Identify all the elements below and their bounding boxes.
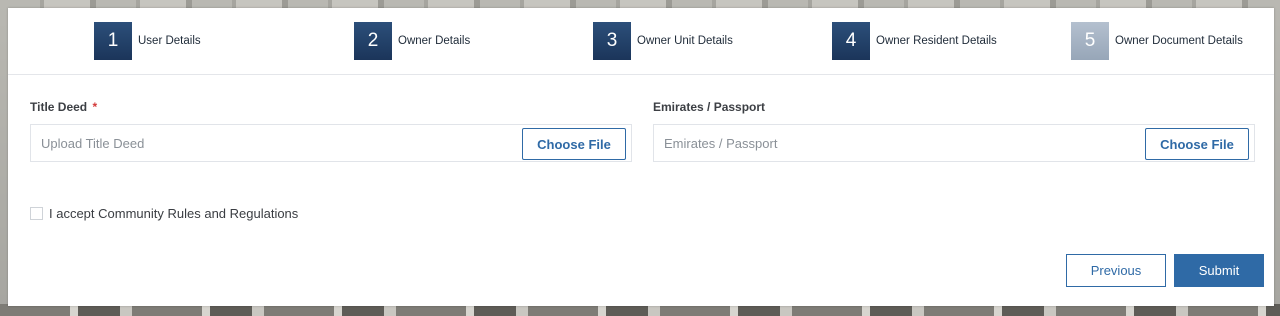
form-card: 1 User Details 2 Owner Details 3 Owner U… xyxy=(8,8,1274,306)
emirates-passport-placeholder: Emirates / Passport xyxy=(664,136,778,151)
step-number: 4 xyxy=(832,22,870,60)
step-owner-details[interactable]: 2 Owner Details xyxy=(354,22,470,60)
step-label: Owner Unit Details xyxy=(637,35,733,47)
step-owner-unit-details[interactable]: 3 Owner Unit Details xyxy=(593,22,733,60)
title-deed-label-text: Title Deed xyxy=(30,100,88,114)
stepper: 1 User Details 2 Owner Details 3 Owner U… xyxy=(8,8,1274,75)
previous-button[interactable]: Previous xyxy=(1066,254,1166,287)
emirates-passport-upload-field[interactable]: Emirates / Passport Choose File xyxy=(653,124,1255,162)
title-deed-label: Title Deed * xyxy=(30,100,97,114)
step-label: User Details xyxy=(138,35,201,47)
step-user-details[interactable]: 1 User Details xyxy=(94,22,201,60)
step-owner-resident-details[interactable]: 4 Owner Resident Details xyxy=(832,22,997,60)
required-indicator: * xyxy=(92,100,98,114)
agreement-checkbox[interactable] xyxy=(30,207,43,220)
emirates-passport-label: Emirates / Passport xyxy=(653,100,766,114)
step-number: 2 xyxy=(354,22,392,60)
title-deed-placeholder: Upload Title Deed xyxy=(41,136,145,151)
step-number: 5 xyxy=(1071,22,1109,60)
agreement-label[interactable]: I accept Community Rules and Regulations xyxy=(49,206,298,221)
title-deed-choose-file-button[interactable]: Choose File xyxy=(522,128,626,160)
emirates-passport-choose-file-button[interactable]: Choose File xyxy=(1145,128,1249,160)
step-label: Owner Details xyxy=(398,35,471,47)
submit-button[interactable]: Submit xyxy=(1174,254,1264,287)
title-deed-upload-field[interactable]: Upload Title Deed Choose File xyxy=(30,124,632,162)
agreement-row: I accept Community Rules and Regulations xyxy=(30,206,298,221)
step-number: 1 xyxy=(94,22,132,60)
step-owner-document-details[interactable]: 5 Owner Document Details xyxy=(1071,22,1243,60)
step-label: Owner Document Details xyxy=(1115,35,1243,47)
step-label: Owner Resident Details xyxy=(876,35,997,47)
step-number: 3 xyxy=(593,22,631,60)
